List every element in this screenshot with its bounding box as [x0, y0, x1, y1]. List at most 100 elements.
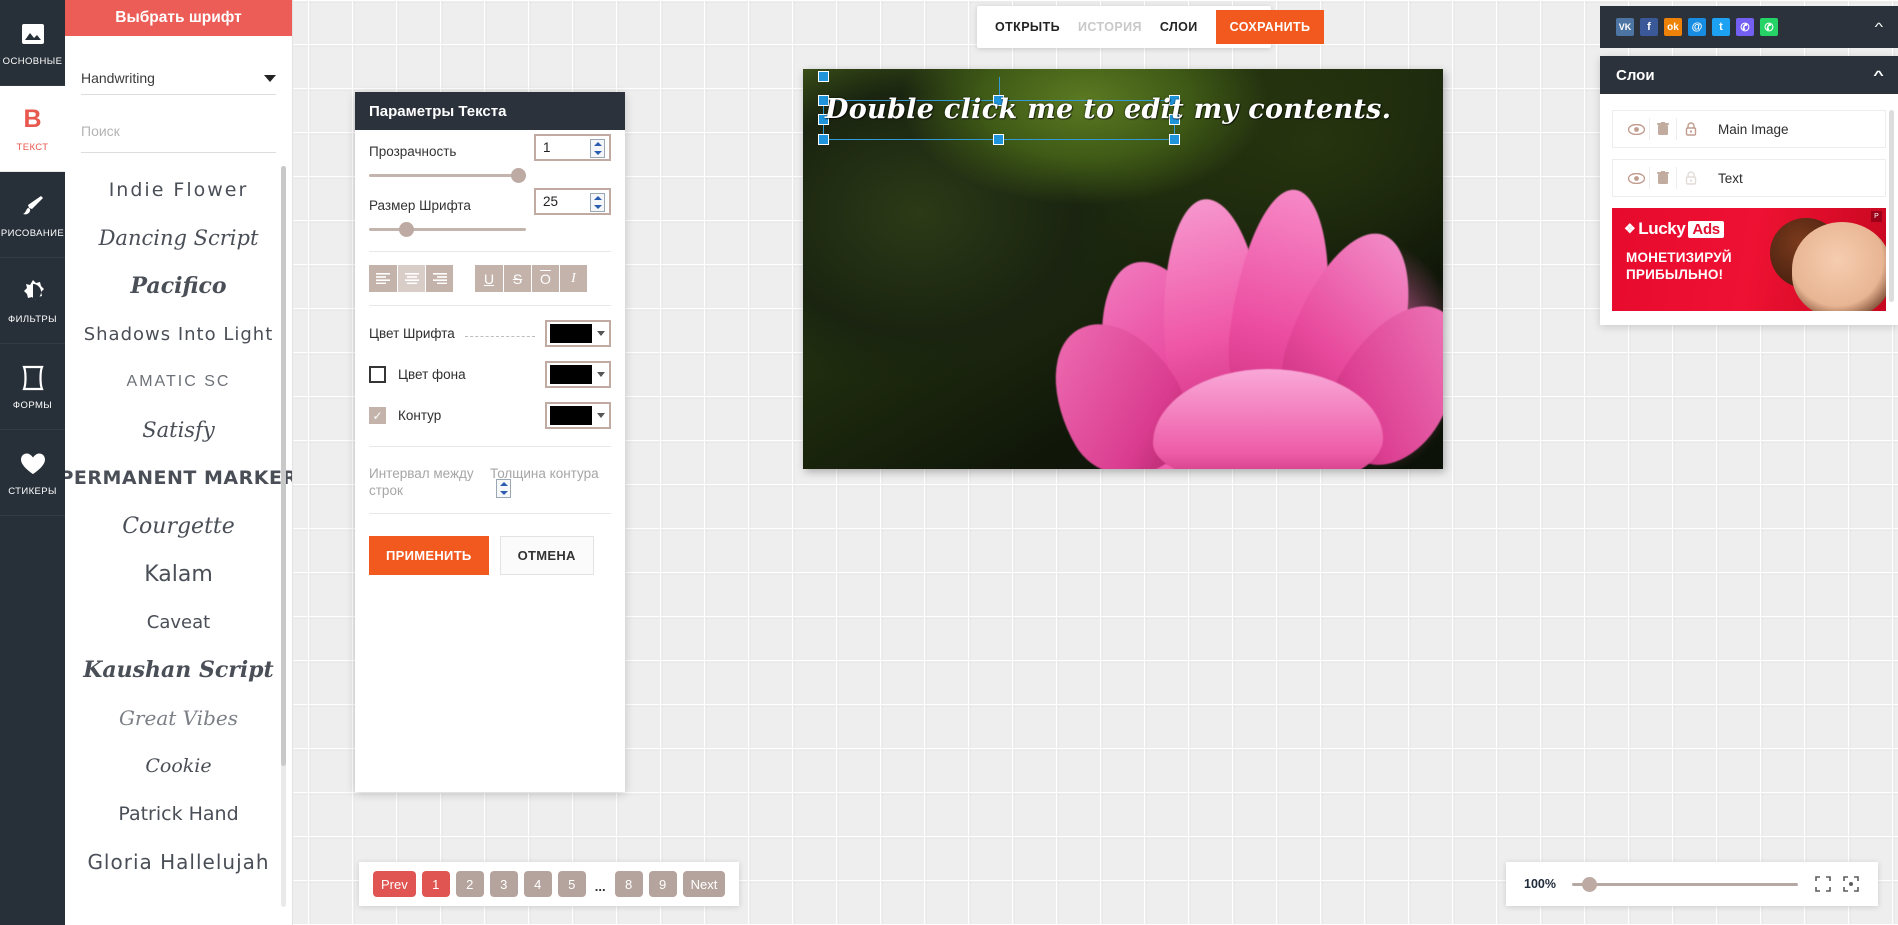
layers-panel-header[interactable]: Слои ^: [1600, 56, 1898, 94]
open-button[interactable]: ОТКРЫТЬ: [995, 20, 1060, 34]
list-item[interactable]: Shadows Into Light: [65, 310, 292, 358]
sidebar-item-drawing[interactable]: РИСОВАНИЕ: [0, 172, 65, 258]
list-item[interactable]: PERMANENT MARKER: [65, 454, 292, 502]
choose-font-header[interactable]: Выбрать шрифт: [65, 0, 292, 36]
resize-handle-bc[interactable]: [993, 134, 1004, 145]
page-button-5[interactable]: 5: [557, 871, 586, 897]
page-button-3[interactable]: 3: [489, 871, 518, 897]
eye-icon[interactable]: [1623, 167, 1650, 189]
font-search-input[interactable]: Поиск: [81, 123, 276, 153]
pagination-ellipsis: ...: [594, 879, 606, 894]
history-button[interactable]: ИСТОРИЯ: [1078, 20, 1142, 34]
list-item[interactable]: AMATIC SC: [65, 358, 292, 406]
vk-icon[interactable]: VK: [1616, 18, 1634, 36]
font-color-swatch[interactable]: [545, 320, 611, 347]
font-list[interactable]: Indie Flower Dancing Script Pacifico Sha…: [65, 166, 292, 925]
opacity-slider[interactable]: [369, 166, 526, 184]
opacity-input[interactable]: 1: [534, 134, 611, 161]
save-button[interactable]: СОХРАНИТЬ: [1215, 10, 1325, 44]
advertisement-banner[interactable]: ❖ Lucky Ads МОНЕТИЗИРУЙ ПРИБЫЛЬНО! Р: [1612, 208, 1886, 311]
overline-button[interactable]: O: [531, 265, 559, 292]
font-category-value: Handwriting: [81, 70, 155, 86]
list-item[interactable]: Dancing Script: [65, 214, 292, 262]
list-item[interactable]: Satisfy: [65, 406, 292, 454]
list-item[interactable]: Caveat: [65, 598, 292, 646]
list-item[interactable]: Indie Flower: [65, 166, 292, 214]
list-item[interactable]: Gloria Hallelujah: [65, 838, 292, 886]
table-row[interactable]: Text: [1612, 159, 1886, 197]
outline-width-stepper[interactable]: [496, 479, 511, 498]
eye-icon[interactable]: [1623, 118, 1650, 140]
strikethrough-button[interactable]: S: [503, 265, 531, 292]
odnoklassniki-icon[interactable]: ok: [1664, 18, 1682, 36]
underline-button[interactable]: U: [475, 265, 503, 292]
list-item[interactable]: Cookie: [65, 742, 292, 790]
resize-handle-bl[interactable]: [818, 134, 829, 145]
opacity-stepper[interactable]: [590, 139, 605, 158]
background-color-checkbox[interactable]: [369, 366, 386, 383]
page-button-1[interactable]: 1: [421, 871, 450, 897]
background-color-label: Цвет фона: [398, 367, 466, 382]
layer-name: Main Image: [1718, 121, 1789, 137]
unlock-icon[interactable]: [1677, 167, 1704, 189]
sidebar-item-stickers[interactable]: СТИКЕРЫ: [0, 430, 65, 516]
layers-button[interactable]: СЛОИ: [1160, 20, 1198, 34]
trash-icon[interactable]: [1650, 167, 1677, 189]
list-item[interactable]: Kalam: [65, 550, 292, 598]
layers-scrollbar[interactable]: [1889, 110, 1894, 302]
text-parameters-title[interactable]: Параметры Текста: [355, 92, 625, 130]
sidebar-item-text[interactable]: B ТЕКСТ: [0, 86, 65, 172]
zoom-slider[interactable]: [1571, 876, 1798, 892]
align-right-button[interactable]: [425, 265, 453, 292]
page-button-2[interactable]: 2: [455, 871, 484, 897]
list-item[interactable]: Great Vibes: [65, 694, 292, 742]
chevron-up-icon[interactable]: ^: [1873, 68, 1884, 82]
ad-corner-mark[interactable]: Р: [1871, 211, 1882, 222]
opacity-slider-knob[interactable]: [511, 168, 526, 183]
expand-icon[interactable]: [1814, 875, 1832, 893]
outline-color-swatch[interactable]: [545, 402, 611, 429]
list-item[interactable]: Patrick Hand: [65, 790, 292, 838]
fontsize-stepper[interactable]: [590, 193, 605, 212]
page-button-4[interactable]: 4: [523, 871, 552, 897]
cancel-button[interactable]: ОТМЕНА: [499, 536, 594, 575]
zoom-slider-knob[interactable]: [1581, 876, 1597, 892]
twitter-icon[interactable]: t: [1712, 18, 1730, 36]
rotate-handle[interactable]: [818, 71, 829, 82]
focus-icon[interactable]: [1842, 875, 1860, 893]
canvas-text-object[interactable]: Double click me to edit my contents.: [825, 94, 1391, 125]
whatsapp-icon[interactable]: ✆: [1760, 18, 1778, 36]
page-next-button[interactable]: Next: [682, 871, 726, 897]
outline-checkbox[interactable]: ✓: [369, 407, 386, 424]
sidebar-item-filters[interactable]: ФИЛЬТРЫ: [0, 258, 65, 344]
sidebar-item-basic[interactable]: ОСНОВНЫЕ: [0, 0, 65, 86]
image-canvas[interactable]: Double click me to edit my contents.: [803, 69, 1443, 469]
sidebar-item-shapes[interactable]: ФОРМЫ: [0, 344, 65, 430]
chevron-up-icon[interactable]: ^: [1875, 20, 1883, 34]
italic-button[interactable]: I: [559, 265, 587, 292]
list-item[interactable]: Kaushan Script: [65, 646, 292, 694]
apply-button[interactable]: ПРИМЕНИТЬ: [369, 536, 489, 575]
font-category-select[interactable]: Handwriting: [81, 62, 276, 95]
align-center-button[interactable]: [397, 265, 425, 292]
font-list-scroll-thumb[interactable]: [281, 166, 286, 766]
fontsize-slider[interactable]: [369, 220, 526, 238]
font-list-scrollbar[interactable]: [281, 166, 286, 907]
background-color-swatch[interactable]: [545, 361, 611, 388]
align-left-button[interactable]: [369, 265, 397, 292]
list-item[interactable]: Courgette: [65, 502, 292, 550]
page-prev-button[interactable]: Prev: [373, 871, 416, 897]
page-button-8[interactable]: 8: [614, 871, 643, 897]
fontsize-slider-knob[interactable]: [398, 222, 414, 237]
resize-handle-br[interactable]: [1169, 134, 1180, 145]
viber-icon[interactable]: ✆: [1736, 18, 1754, 36]
facebook-icon[interactable]: f: [1640, 18, 1658, 36]
table-row[interactable]: Main Image: [1612, 110, 1886, 148]
fontsize-input[interactable]: 25: [534, 188, 611, 215]
page-button-9[interactable]: 9: [648, 871, 677, 897]
lock-icon[interactable]: [1677, 118, 1704, 140]
trash-icon[interactable]: [1650, 118, 1677, 140]
right-panel: VK f ok @ t ✆ ✆ ^ Слои ^ Main Image Text…: [1600, 6, 1898, 325]
list-item[interactable]: Pacifico: [65, 262, 292, 310]
mailru-icon[interactable]: @: [1688, 18, 1706, 36]
